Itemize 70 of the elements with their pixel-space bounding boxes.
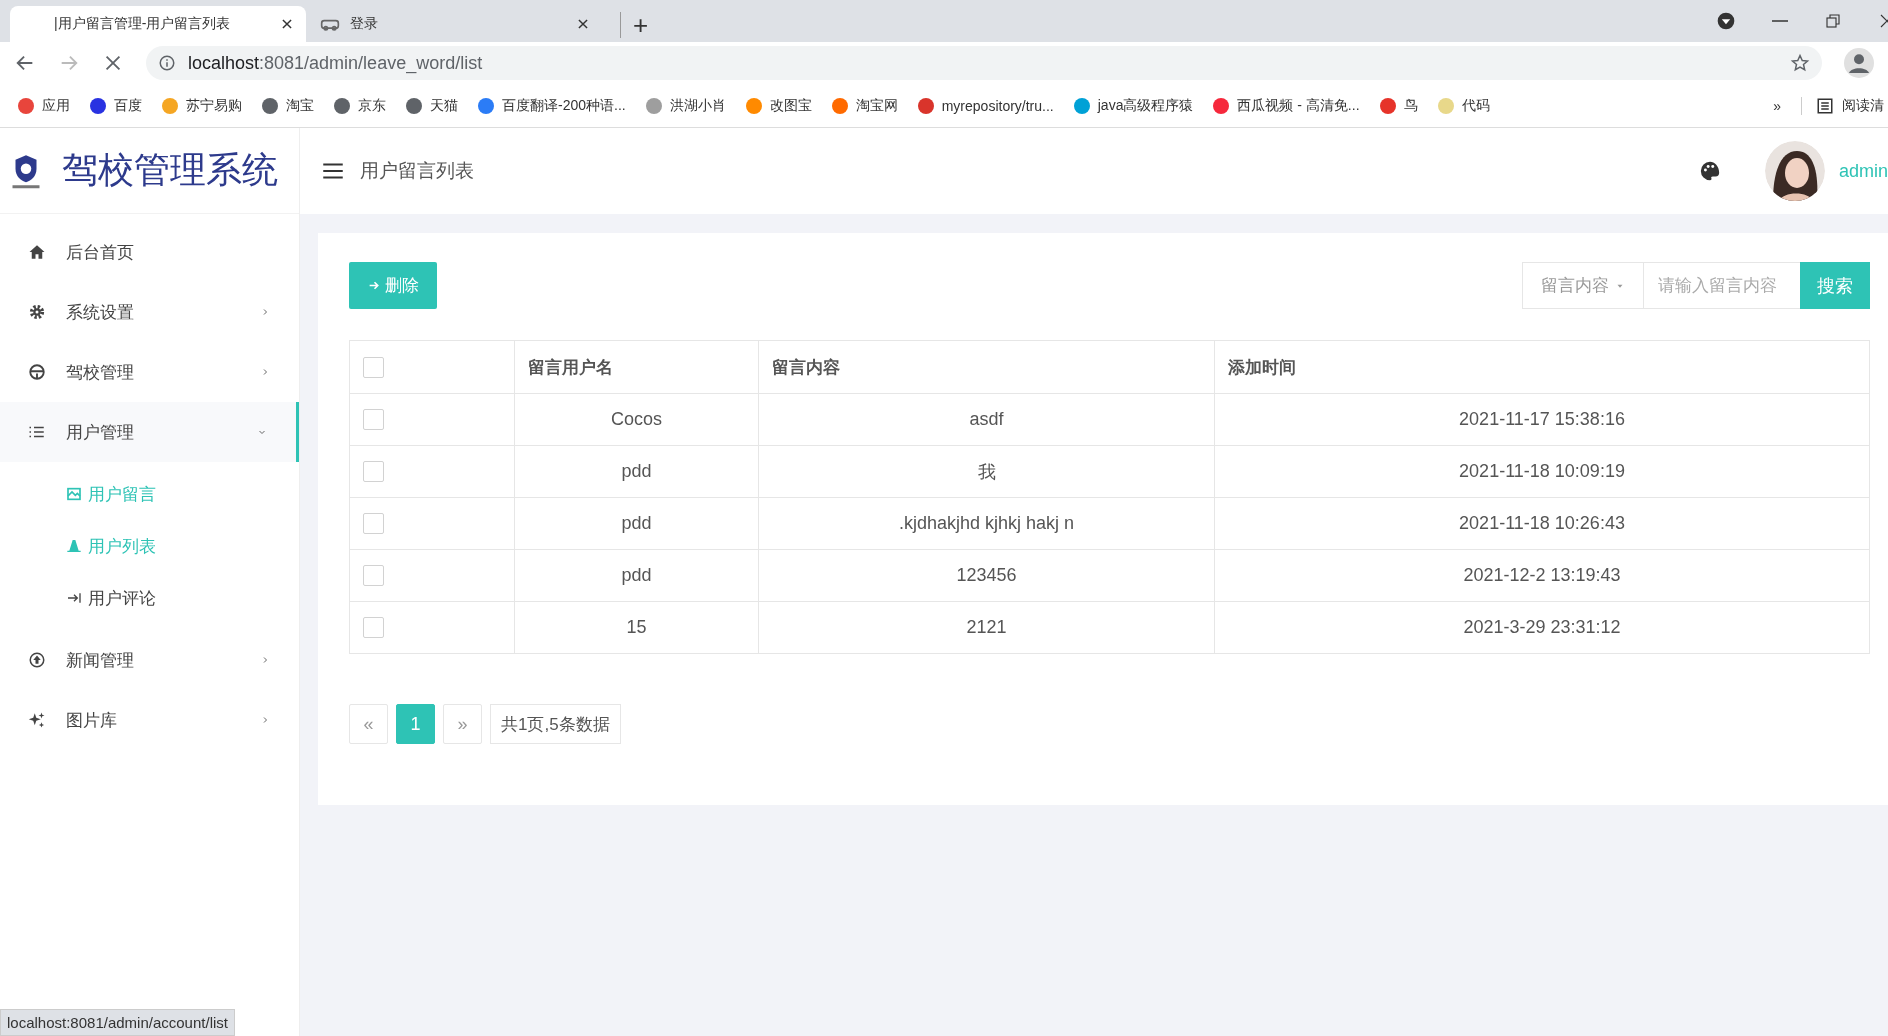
row-checkbox[interactable] [363,513,384,535]
cone-icon [66,538,82,554]
bookmark[interactable]: 京东 [334,96,386,115]
table-cell: pdd [514,445,759,498]
row-checkbox[interactable] [363,565,384,587]
table-cell: .kjdhakjhd kjhkj hakj n [758,497,1215,550]
bookmark[interactable]: 应用 [18,96,70,115]
table-cell: pdd [514,497,759,550]
table-cell: 2021-12-2 13:19:43 [1214,549,1870,602]
bookmark[interactable]: 改图宝 [745,96,812,115]
bookmark[interactable]: 百度 [90,96,142,115]
table-cell: 123456 [758,549,1215,602]
close-icon [576,17,590,31]
row-checkbox[interactable] [363,617,384,639]
steering-wheel-icon [28,363,46,381]
picture-frame-icon [66,486,82,502]
row-checkbox[interactable] [363,461,384,483]
account-icon [1844,48,1874,78]
table-cell: 2021-11-18 10:09:19 [1214,445,1870,498]
status-url: localhost:8081/admin/account/list [0,1009,235,1036]
bookmark[interactable]: 苏宁易购 [162,96,242,115]
select-all-checkbox[interactable] [363,356,384,378]
table-cell: 2021-11-17 15:38:16 [1214,393,1870,446]
address-bar[interactable]: localhost:8081/admin/leave_word/list [146,46,1822,80]
page-title: 用户留言列表 [360,159,475,183]
table-cell: 2021-11-18 10:26:43 [1214,497,1870,550]
column-header: 留言用户名 [514,340,759,394]
star-icon [1790,53,1810,73]
restore-icon [1824,12,1842,30]
table-cell: pdd [514,549,759,602]
bookmark[interactable]: 天猫 [406,96,458,115]
arrow-right-icon [367,279,381,292]
bookmark[interactable]: 百度翻译-200种语... [478,96,626,115]
submenu-item[interactable]: 用户评论 [0,572,299,624]
bookmark[interactable]: 淘宝 [262,96,314,115]
bookmark[interactable]: 洪湖小肖 [645,96,726,115]
bookmark[interactable]: myrepository/tru... [917,97,1054,114]
table-cell: asdf [758,393,1215,446]
bookmark[interactable]: 代码 [1437,96,1490,115]
bookmark[interactable]: 淘宝网 [831,96,898,115]
search-field[interactable]: 请输入留言内容 [1644,262,1800,309]
column-header: 添加时间 [1214,340,1870,394]
column-header: 留言内容 [758,340,1215,394]
page-summary: 共1页,5条数据 [490,704,621,744]
more-bookmarks-button[interactable]: » [1773,97,1781,114]
close-icon [280,17,294,31]
browser-tab[interactable]: |用户留言管理-用户留言列表 [10,6,306,42]
table-cell: 2021-3-29 23:31:12 [1214,601,1870,654]
bookmark[interactable]: 鸟 [1379,96,1418,115]
menu-item[interactable]: 用户管理 [0,402,299,462]
info-icon [158,54,176,72]
row-checkbox[interactable] [363,409,384,431]
arrow-bar-icon [66,590,82,606]
palette-icon [1698,160,1721,182]
reading-list-icon [1816,96,1834,115]
table-cell: 我 [758,445,1215,498]
sparkle-icon [28,711,46,729]
table-cell: 15 [514,601,759,654]
reading-list-button[interactable]: 阅读清 [1801,96,1884,115]
bookmark[interactable]: java高级程序猿 [1073,96,1194,115]
new-tab-button[interactable]: + [620,12,649,38]
home-icon [28,243,46,261]
table-cell: Cocos [514,393,759,446]
bookmark[interactable]: 西瓜视频 - 高清免... [1213,96,1360,115]
minimize-icon [1772,20,1788,22]
app-title: 驾校管理系统 [62,148,278,192]
upload-circle-icon [28,651,46,669]
table-cell: 2121 [758,601,1215,654]
browser-tab[interactable]: 登录 [306,6,602,42]
profile-menu-icon [1716,11,1736,31]
